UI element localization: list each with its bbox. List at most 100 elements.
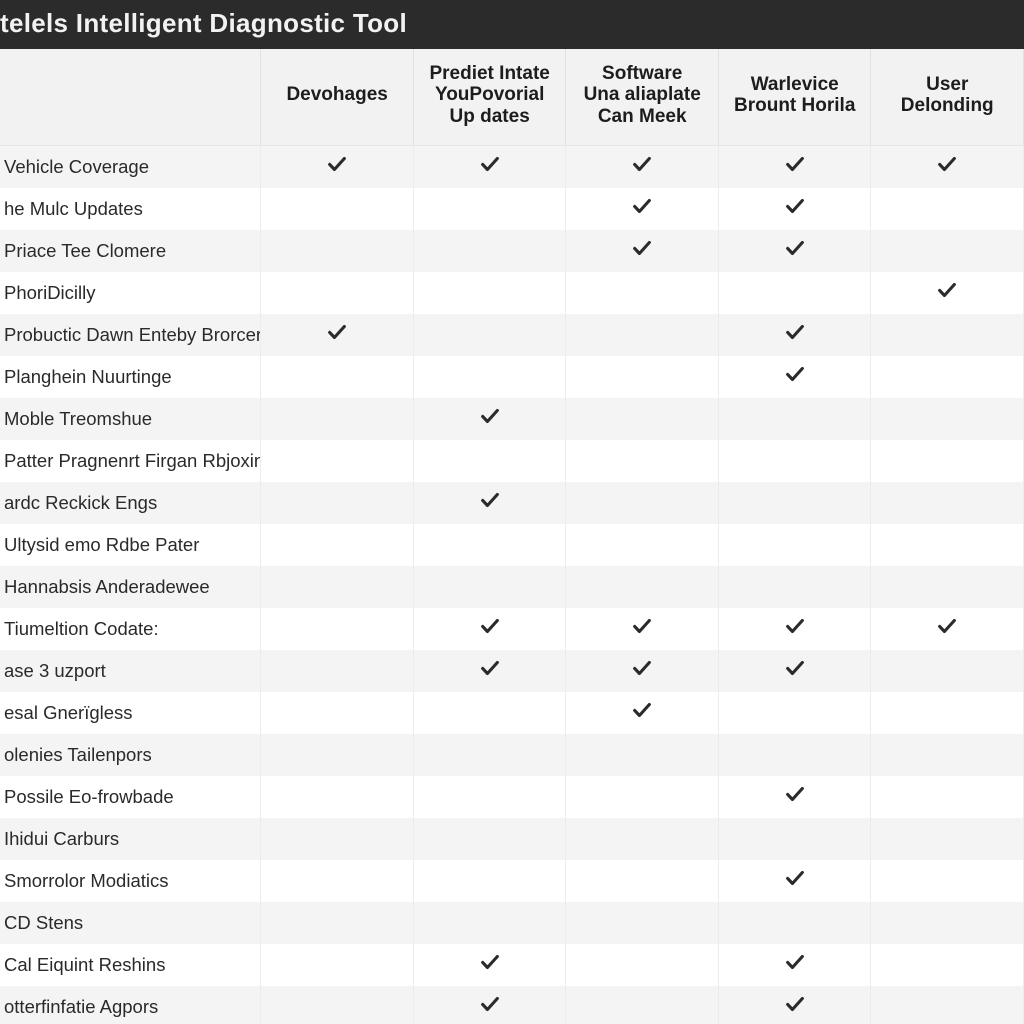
table-row: ase 3 uzport xyxy=(0,650,1024,692)
table-row: Possile Eo-frowbade xyxy=(0,776,1024,818)
feature-label: Vehicle Coverage xyxy=(0,145,261,188)
cell xyxy=(871,272,1024,314)
cell xyxy=(566,272,719,314)
cell xyxy=(413,440,566,482)
cell xyxy=(413,860,566,902)
cell xyxy=(566,860,719,902)
column-header-software: SoftwareUna aliaplateCan Meek xyxy=(566,49,719,145)
cell xyxy=(261,188,414,230)
cell xyxy=(413,776,566,818)
check-icon xyxy=(784,951,806,978)
cell xyxy=(413,818,566,860)
cell xyxy=(718,902,871,944)
check-icon xyxy=(784,657,806,684)
cell xyxy=(566,692,719,734)
column-header-warlevice: WarleviceBrount Horila xyxy=(718,49,871,145)
feature-label: otterfinfatie Agpors xyxy=(0,986,261,1024)
page-title: telels Intelligent Diagnostic Tool xyxy=(0,0,1024,49)
cell xyxy=(261,272,414,314)
feature-header-blank xyxy=(0,49,261,145)
table-row: Moble Treomshue xyxy=(0,398,1024,440)
cell xyxy=(871,776,1024,818)
cell xyxy=(718,188,871,230)
cell xyxy=(871,944,1024,986)
table-row: ardc Reckick Engs xyxy=(0,482,1024,524)
cell xyxy=(718,566,871,608)
cell xyxy=(566,524,719,566)
cell xyxy=(718,650,871,692)
cell xyxy=(566,608,719,650)
column-header-line: Devohages xyxy=(267,84,407,105)
feature-label: Priace Tee Clomere xyxy=(0,230,261,272)
column-header-line: Warlevice xyxy=(725,74,865,95)
feature-label: Planghein Nuurtinge xyxy=(0,356,261,398)
check-icon xyxy=(784,321,806,348)
column-header-line: YouPovorial xyxy=(420,84,560,105)
cell xyxy=(871,650,1024,692)
cell xyxy=(871,734,1024,776)
cell xyxy=(261,145,414,188)
feature-label: Ultysid emo Rdbe Pater xyxy=(0,524,261,566)
table-row: Ihidui Carburs xyxy=(0,818,1024,860)
table-row: Vehicle Coverage xyxy=(0,145,1024,188)
table-row: otterfinfatie Agpors xyxy=(0,986,1024,1024)
cell xyxy=(718,356,871,398)
cell xyxy=(871,398,1024,440)
column-header-line: Brount Horila xyxy=(725,95,865,116)
cell xyxy=(871,692,1024,734)
check-icon xyxy=(631,153,653,180)
cell xyxy=(871,145,1024,188)
cell xyxy=(413,398,566,440)
cell xyxy=(413,145,566,188)
feature-label: Patter Pragnenrt Firgan Rbjoxine xyxy=(0,440,261,482)
feature-label: CD Stens xyxy=(0,902,261,944)
cell xyxy=(566,902,719,944)
table-row: Priace Tee Clomere xyxy=(0,230,1024,272)
check-icon xyxy=(479,993,501,1020)
cell xyxy=(871,566,1024,608)
cell xyxy=(871,188,1024,230)
check-icon xyxy=(784,783,806,810)
cell xyxy=(413,524,566,566)
cell xyxy=(261,440,414,482)
check-icon xyxy=(479,657,501,684)
cell xyxy=(413,734,566,776)
column-header-line: User xyxy=(877,74,1017,95)
cell xyxy=(566,482,719,524)
cell xyxy=(566,188,719,230)
feature-label: ardc Reckick Engs xyxy=(0,482,261,524)
cell xyxy=(871,440,1024,482)
cell xyxy=(566,734,719,776)
feature-label: he Mulc Updates xyxy=(0,188,261,230)
cell xyxy=(261,398,414,440)
check-icon xyxy=(326,153,348,180)
cell xyxy=(566,230,719,272)
cell xyxy=(718,145,871,188)
cell xyxy=(718,482,871,524)
cell xyxy=(871,314,1024,356)
cell xyxy=(871,818,1024,860)
cell xyxy=(718,440,871,482)
check-icon xyxy=(936,615,958,642)
check-icon xyxy=(326,321,348,348)
cell xyxy=(261,860,414,902)
cell xyxy=(413,482,566,524)
cell xyxy=(261,314,414,356)
column-header-line: Delonding xyxy=(877,95,1017,116)
cell xyxy=(871,608,1024,650)
cell xyxy=(413,650,566,692)
feature-label: Tiumeltion Codate: xyxy=(0,608,261,650)
cell xyxy=(718,230,871,272)
cell xyxy=(413,692,566,734)
column-header-line: Prediet Intate xyxy=(420,63,560,84)
check-icon xyxy=(479,615,501,642)
column-header-prediet: Prediet IntateYouPovorialUp dates xyxy=(413,49,566,145)
cell xyxy=(718,944,871,986)
cell xyxy=(413,230,566,272)
cell xyxy=(413,902,566,944)
check-icon xyxy=(936,153,958,180)
cell xyxy=(871,356,1024,398)
table-row: Smorrolor Modiatics xyxy=(0,860,1024,902)
check-icon xyxy=(936,279,958,306)
check-icon xyxy=(784,615,806,642)
